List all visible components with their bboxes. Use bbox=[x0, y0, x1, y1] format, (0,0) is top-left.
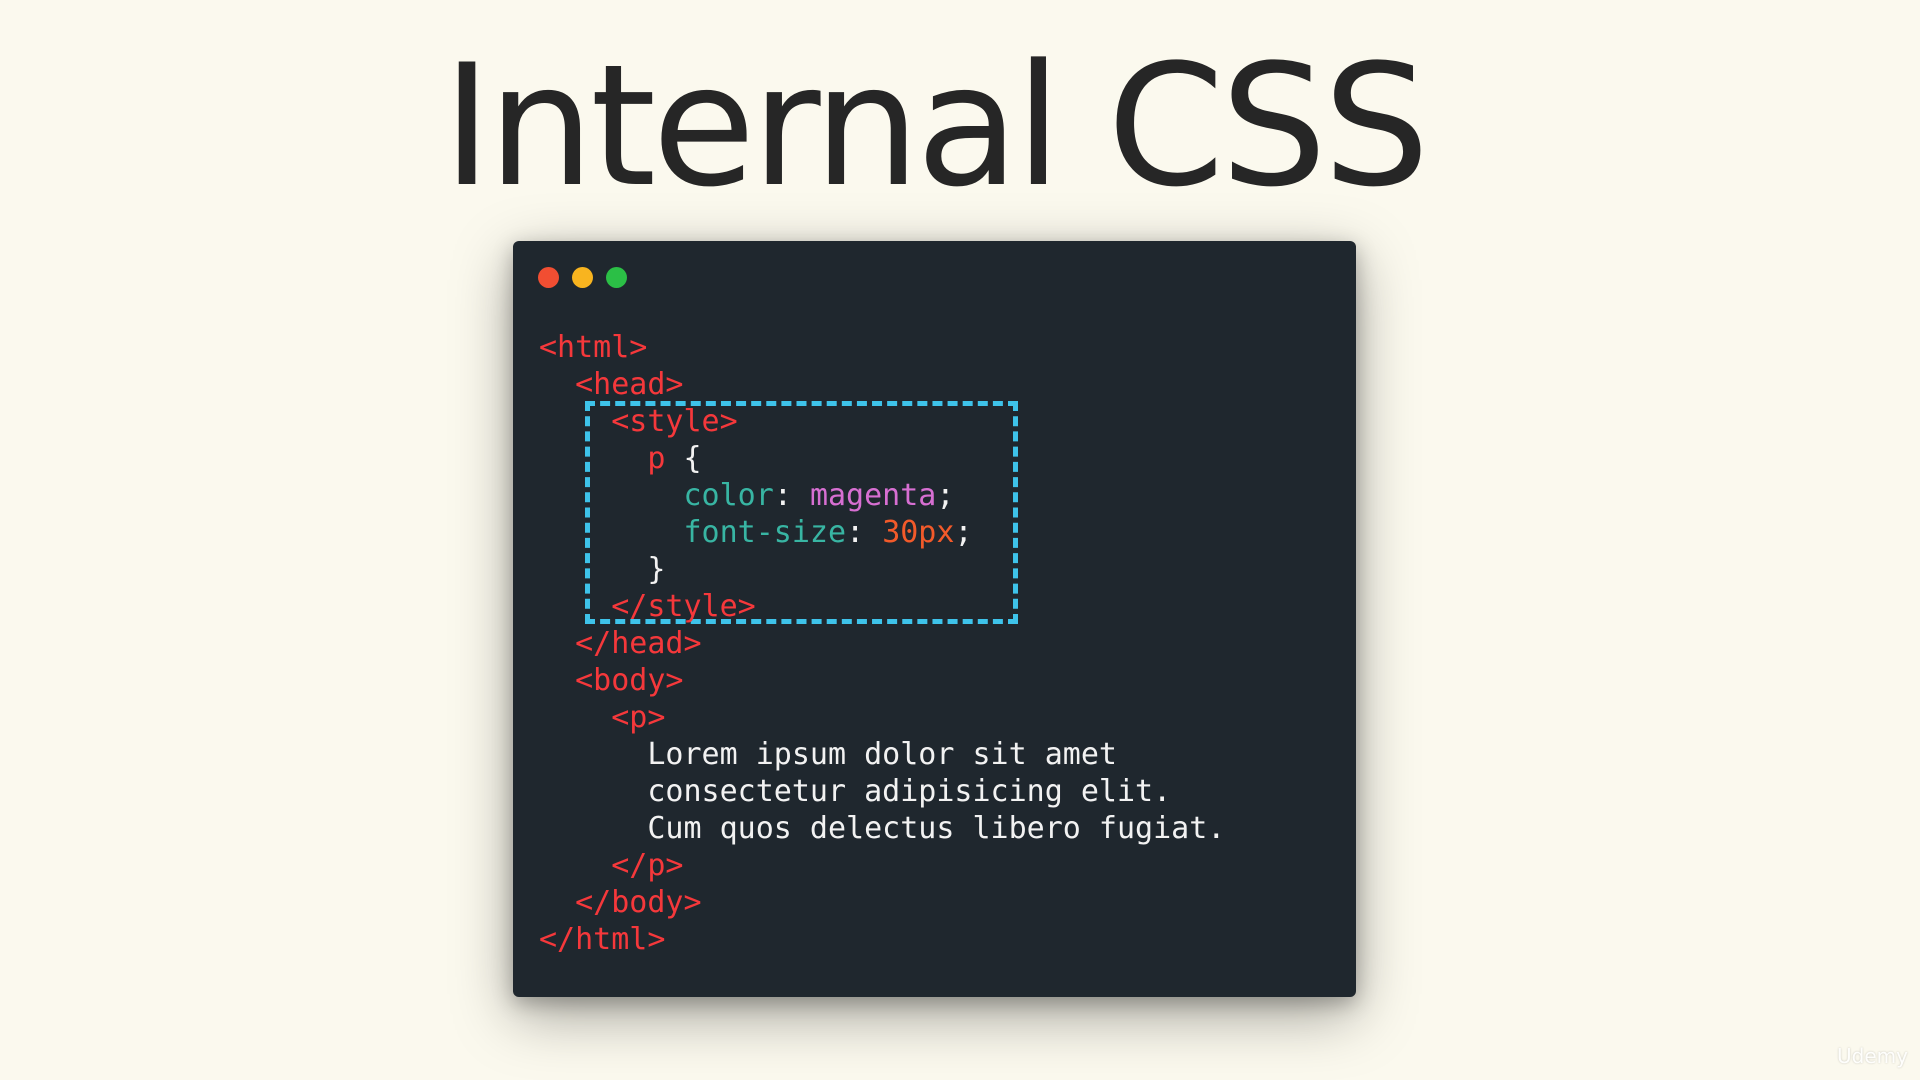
code-token-tag: <html> bbox=[539, 330, 648, 365]
code-token-plain: Cum quos delectus libero fugiat. bbox=[539, 811, 1226, 846]
code-line: p { bbox=[539, 440, 1225, 477]
code-token-prop: font-size bbox=[683, 515, 847, 550]
code-token-tag: <body> bbox=[575, 663, 684, 698]
code-line: </head> bbox=[539, 625, 1225, 662]
code-token-plain: Lorem ipsum dolor sit amet bbox=[539, 737, 1117, 772]
code-line: Cum quos delectus libero fugiat. bbox=[539, 810, 1225, 847]
code-token-tag: <head> bbox=[575, 367, 684, 402]
minimize-dot-icon[interactable] bbox=[572, 267, 593, 288]
code-token-plain: { bbox=[665, 441, 702, 476]
code-token-tag: p bbox=[647, 441, 666, 476]
code-block: <html> <head> <style> p { color: magenta… bbox=[539, 329, 1225, 958]
slide: Internal CSS <html> <head> <style> p { c… bbox=[0, 0, 1920, 1080]
code-token-plain: ; bbox=[936, 478, 955, 513]
code-token-plain: ; bbox=[954, 515, 973, 550]
code-line: </html> bbox=[539, 921, 1225, 958]
code-token-tag: </p> bbox=[611, 848, 684, 883]
code-line: <body> bbox=[539, 662, 1225, 699]
slide-title: Internal CSS bbox=[442, 28, 1429, 224]
close-dot-icon[interactable] bbox=[538, 267, 559, 288]
code-token-tag: <style> bbox=[611, 404, 738, 439]
maximize-dot-icon[interactable] bbox=[606, 267, 627, 288]
code-token-tag: </style> bbox=[611, 589, 756, 624]
code-token-plain: : bbox=[773, 478, 810, 513]
code-line: </p> bbox=[539, 847, 1225, 884]
code-token-num: 30px bbox=[882, 515, 955, 550]
code-token-tag: <p> bbox=[611, 700, 666, 735]
code-line: <html> bbox=[539, 329, 1225, 366]
code-editor-window: <html> <head> <style> p { color: magenta… bbox=[513, 241, 1356, 997]
code-line: <p> bbox=[539, 699, 1225, 736]
code-line: </body> bbox=[539, 884, 1225, 921]
code-line: Lorem ipsum dolor sit amet bbox=[539, 736, 1225, 773]
code-token-tag: </html> bbox=[539, 922, 666, 957]
code-token-tag: </head> bbox=[575, 626, 702, 661]
code-line: } bbox=[539, 551, 1225, 588]
code-line: color: magenta; bbox=[539, 477, 1225, 514]
code-token-plain: : bbox=[846, 515, 883, 550]
code-line: font-size: 30px; bbox=[539, 514, 1225, 551]
code-token-tag: </body> bbox=[575, 885, 702, 920]
code-line: <style> bbox=[539, 403, 1225, 440]
code-token-prop: color bbox=[683, 478, 774, 513]
code-line: </style> bbox=[539, 588, 1225, 625]
code-token-str: magenta bbox=[809, 478, 937, 513]
code-line: <head> bbox=[539, 366, 1225, 403]
udemy-watermark: Udemy bbox=[1837, 1044, 1908, 1068]
code-token-plain: consectetur adipisicing elit. bbox=[539, 774, 1172, 809]
code-line: consectetur adipisicing elit. bbox=[539, 773, 1225, 810]
code-token-plain: } bbox=[539, 552, 666, 587]
window-controls bbox=[538, 267, 627, 288]
